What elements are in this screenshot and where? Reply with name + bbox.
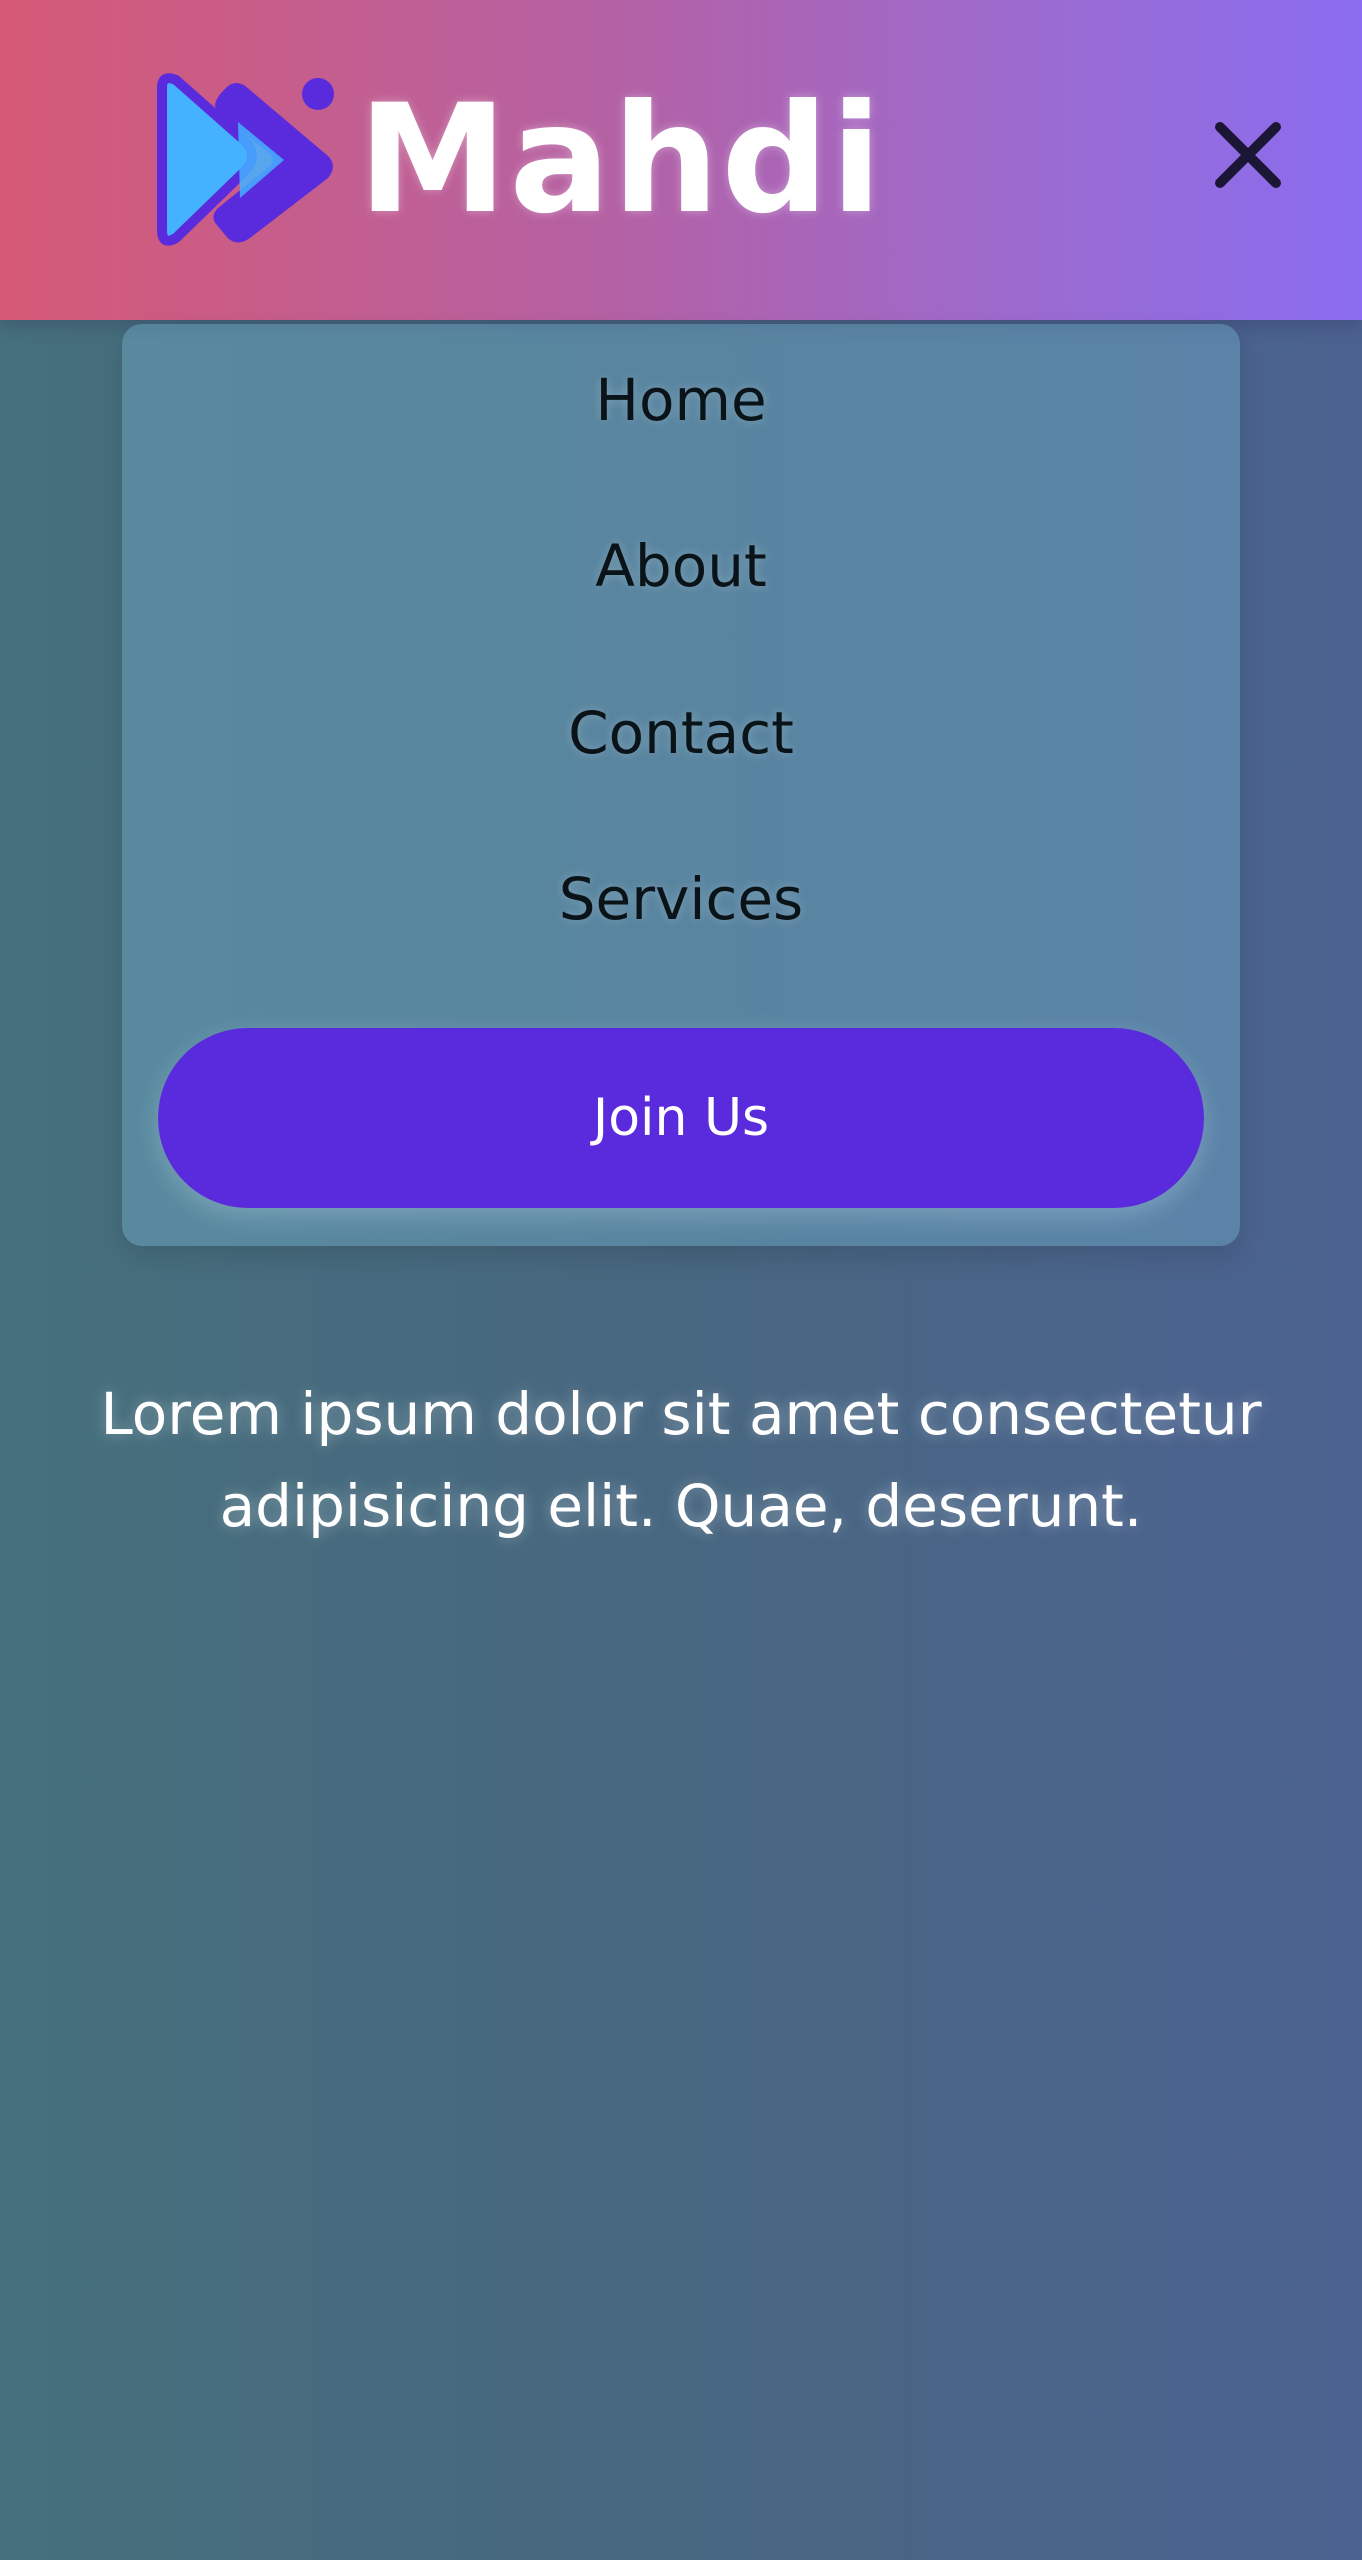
join-us-button[interactable]: Join Us [158, 1028, 1204, 1208]
mobile-nav-menu: Home About Contact Services Join Us [122, 324, 1240, 1246]
brand-name: Mahdi [358, 73, 885, 247]
nav-item-contact[interactable]: Contact [122, 699, 1240, 767]
brand-logo-icon [157, 73, 334, 246]
close-icon [1215, 122, 1281, 188]
site-header: Mahdi [0, 0, 1362, 320]
nav-item-about[interactable]: About [122, 532, 1240, 600]
close-menu-button[interactable] [1198, 105, 1298, 205]
nav-item-home[interactable]: Home [122, 366, 1240, 434]
brand-logo[interactable]: Mahdi [152, 70, 884, 250]
hero-text: Lorem ipsum dolor sit amet consectetur a… [100, 1380, 1262, 1540]
nav-item-services[interactable]: Services [122, 865, 1240, 933]
